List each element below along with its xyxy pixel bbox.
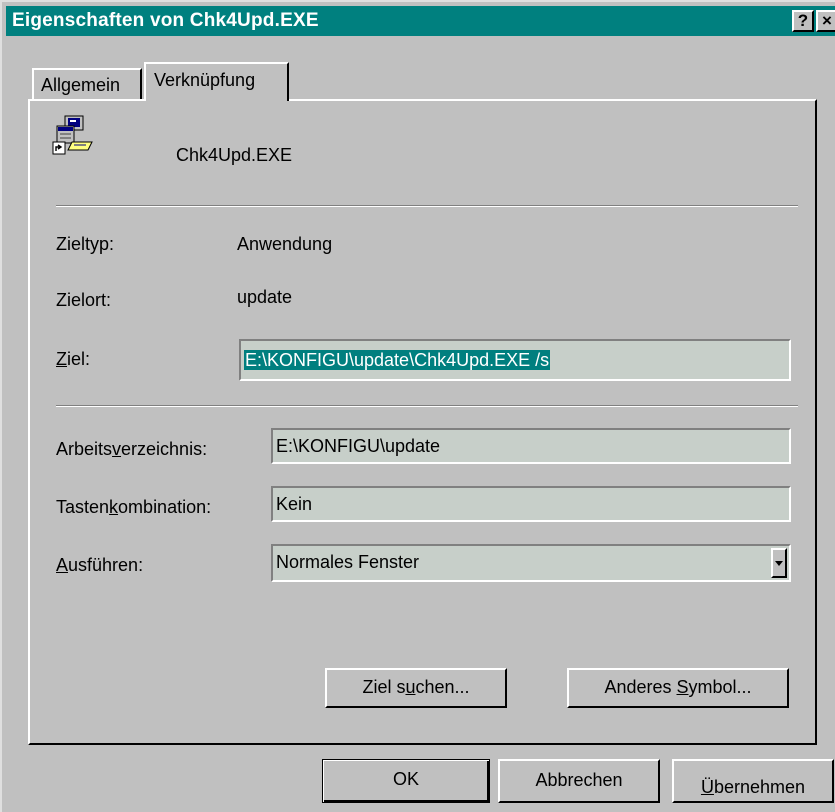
tastenkombination-input[interactable]: Kein bbox=[271, 486, 791, 522]
ausfuehren-value: Normales Fenster bbox=[276, 552, 420, 572]
ausf-label-accel: A bbox=[56, 555, 69, 575]
tastenkombination-label: Tastenkombination: bbox=[56, 497, 211, 518]
chevron-down-icon bbox=[775, 561, 783, 566]
ziel-input-selected-text: E:\KONFIGU\update\Chk4Upd.EXE /s bbox=[244, 350, 551, 370]
ok-label: OK bbox=[392, 769, 419, 789]
ziel-input[interactable]: E:\KONFIGU\update\Chk4Upd.EXE /s bbox=[239, 339, 791, 381]
separator-top bbox=[56, 205, 798, 207]
tastenkombination-value: Kein bbox=[276, 494, 313, 514]
help-button[interactable]: ? bbox=[792, 10, 814, 32]
zieltyp-label: Zieltyp: bbox=[56, 234, 115, 254]
arbeitsverzeichnis-label: Arbeitsverzeichnis: bbox=[56, 439, 207, 460]
zielort-label: Zielort: bbox=[56, 290, 112, 310]
tasten-label-post: ombination: bbox=[118, 497, 212, 517]
ok-button[interactable]: OK bbox=[322, 759, 490, 803]
close-button[interactable]: × bbox=[816, 10, 835, 32]
uebernehmen-accel: Ü bbox=[700, 777, 714, 797]
zielort-value: update bbox=[237, 287, 293, 307]
tab-verknuepfung-label: Verknüpfung bbox=[154, 70, 256, 90]
arbeitsverzeichnis-input[interactable]: E:\KONFIGU\update bbox=[271, 428, 791, 464]
tab-allgemein-label: Allgemein bbox=[41, 75, 121, 95]
anderes-accel: S bbox=[676, 677, 689, 697]
properties-dialog: Eigenschaften von Chk4Upd.EXE ? × Allgem… bbox=[0, 0, 835, 812]
program-shortcut-icon bbox=[52, 115, 93, 155]
anderes-post: ymbol... bbox=[688, 677, 752, 697]
ausfuehren-label: Ausführen: bbox=[56, 555, 143, 576]
tab-verknuepfung[interactable]: Verknüpfung bbox=[144, 62, 289, 101]
arbeits-label-pre: Arbeits bbox=[56, 439, 113, 459]
arbeitsverzeichnis-value: E:\KONFIGU\update bbox=[276, 436, 441, 456]
ziel-label: Ziel: bbox=[56, 349, 90, 370]
zieltyp-value: Anwendung bbox=[237, 234, 333, 254]
ziel-label-rest: iel: bbox=[67, 349, 91, 369]
ausfuehren-select[interactable]: Normales Fenster bbox=[271, 544, 791, 582]
uebernehmen-button[interactable]: Übernehmen bbox=[672, 759, 834, 803]
window-title: Eigenschaften von Chk4Upd.EXE bbox=[12, 10, 319, 31]
shortcut-filename: Chk4Upd.EXE bbox=[176, 145, 293, 165]
abbrechen-label: Abbrechen bbox=[535, 770, 623, 790]
ziel-suchen-button[interactable]: Ziel suchen... bbox=[325, 668, 507, 708]
shortcut-panel: Chk4Upd.EXE Zieltyp: Anwendung Zielort: … bbox=[28, 99, 817, 745]
arbeits-label-post: erzeichnis: bbox=[121, 439, 208, 459]
title-bar[interactable]: Eigenschaften von Chk4Upd.EXE ? × bbox=[6, 6, 835, 36]
ziel-label-accel: Z bbox=[56, 349, 67, 369]
anderes-pre: Anderes bbox=[604, 677, 677, 697]
uebernehmen-rest: bernehmen bbox=[713, 777, 806, 797]
ziel-suchen-pre: Ziel s bbox=[362, 677, 406, 697]
ziel-suchen-accel: u bbox=[405, 677, 416, 697]
tab-allgemein[interactable]: Allgemein bbox=[32, 68, 142, 101]
ziel-suchen-post: chen... bbox=[415, 677, 470, 697]
separator-middle bbox=[56, 405, 798, 407]
dropdown-button[interactable] bbox=[771, 548, 787, 578]
anderes-symbol-button[interactable]: Anderes Symbol... bbox=[567, 668, 789, 708]
tasten-label-pre: Tasten bbox=[56, 497, 110, 517]
tasten-label-accel: k bbox=[109, 497, 119, 517]
ausf-label-rest: usführen: bbox=[68, 555, 144, 575]
abbrechen-button[interactable]: Abbrechen bbox=[498, 759, 660, 803]
arbeits-label-accel: v bbox=[112, 439, 122, 459]
